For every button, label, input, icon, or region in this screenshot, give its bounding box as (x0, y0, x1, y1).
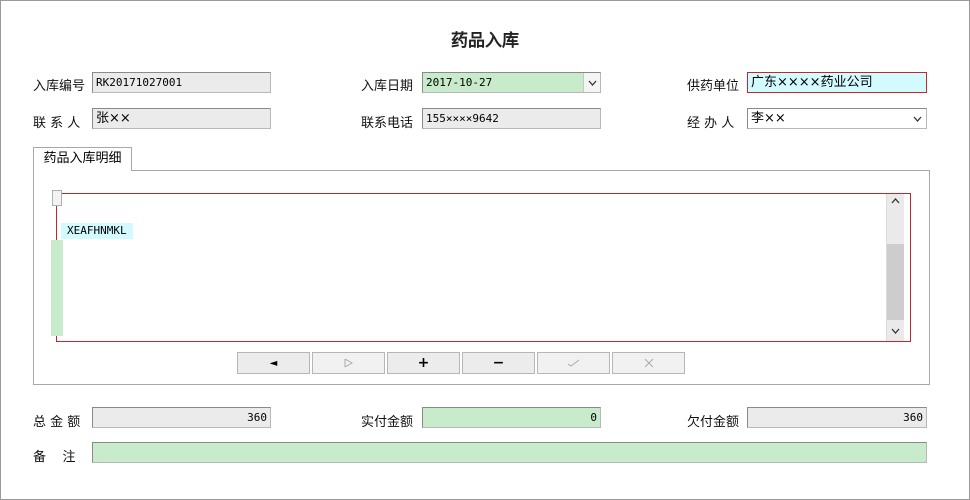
scroll-down-button[interactable] (887, 324, 904, 338)
receipt-date-label: 入库日期 (361, 79, 414, 94)
remark-label: 备 注 (33, 450, 76, 465)
date-dropdown-button[interactable] (583, 73, 600, 92)
chevron-down-icon (588, 80, 596, 86)
receipt-date-picker[interactable]: 2017-10-27 (422, 72, 601, 93)
receipt-no-label: 入库编号 (33, 79, 86, 94)
nav-post-button[interactable] (537, 352, 610, 374)
page-title: 药品入库 (451, 31, 519, 51)
nav-cancel-button[interactable] (612, 352, 685, 374)
supplier-label: 供药单位 (687, 79, 740, 94)
receipt-date-value: 2017-10-27 (426, 76, 493, 89)
close-icon (644, 358, 653, 368)
chevron-up-icon (891, 198, 900, 204)
insert-icon: + (417, 355, 430, 371)
grid-cell[interactable]: XEAFHNMKL (61, 223, 133, 239)
owed-field[interactable]: 360 (747, 407, 927, 428)
handler-dropdown-button[interactable] (909, 109, 926, 128)
delete-icon: − (492, 355, 505, 371)
nav-next-button[interactable] (312, 352, 385, 374)
chevron-down-icon (891, 328, 900, 334)
vertical-scrollbar[interactable] (886, 194, 904, 341)
nav-prior-button[interactable]: ◄ (237, 352, 310, 374)
contact-field[interactable]: 张×× (92, 108, 271, 129)
phone-field[interactable]: 155××××9642 (422, 108, 601, 129)
scroll-up-button[interactable] (887, 194, 904, 208)
paid-field[interactable]: 0 (422, 407, 601, 428)
row-indicator (51, 240, 63, 336)
handler-label: 经 办 人 (687, 116, 735, 131)
check-icon (567, 359, 579, 367)
handler-value: 李×× (751, 111, 786, 126)
supplier-field[interactable]: 广东××××药业公司 (747, 72, 927, 93)
total-field[interactable]: 360 (92, 407, 271, 428)
paid-label: 实付金额 (361, 415, 414, 430)
remark-field[interactable] (92, 442, 927, 463)
next-icon (344, 358, 353, 368)
detail-grid[interactable]: XEAFHNMKL (51, 190, 911, 342)
chevron-down-icon (913, 116, 922, 122)
nav-delete-button[interactable]: − (462, 352, 535, 374)
tab-detail[interactable]: 药品入库明细 (33, 147, 132, 171)
phone-label: 联系电话 (361, 116, 414, 131)
prior-icon: ◄ (269, 357, 278, 369)
handler-select[interactable]: 李×× (747, 108, 927, 129)
receipt-no-field[interactable]: RK20171027001 (92, 72, 271, 93)
contact-label: 联 系 人 (33, 116, 81, 131)
nav-insert-button[interactable]: + (387, 352, 460, 374)
scroll-thumb[interactable] (887, 244, 904, 320)
grid-header-cell (52, 190, 62, 206)
owed-label: 欠付金额 (687, 415, 740, 430)
total-label: 总 金 额 (33, 415, 81, 430)
